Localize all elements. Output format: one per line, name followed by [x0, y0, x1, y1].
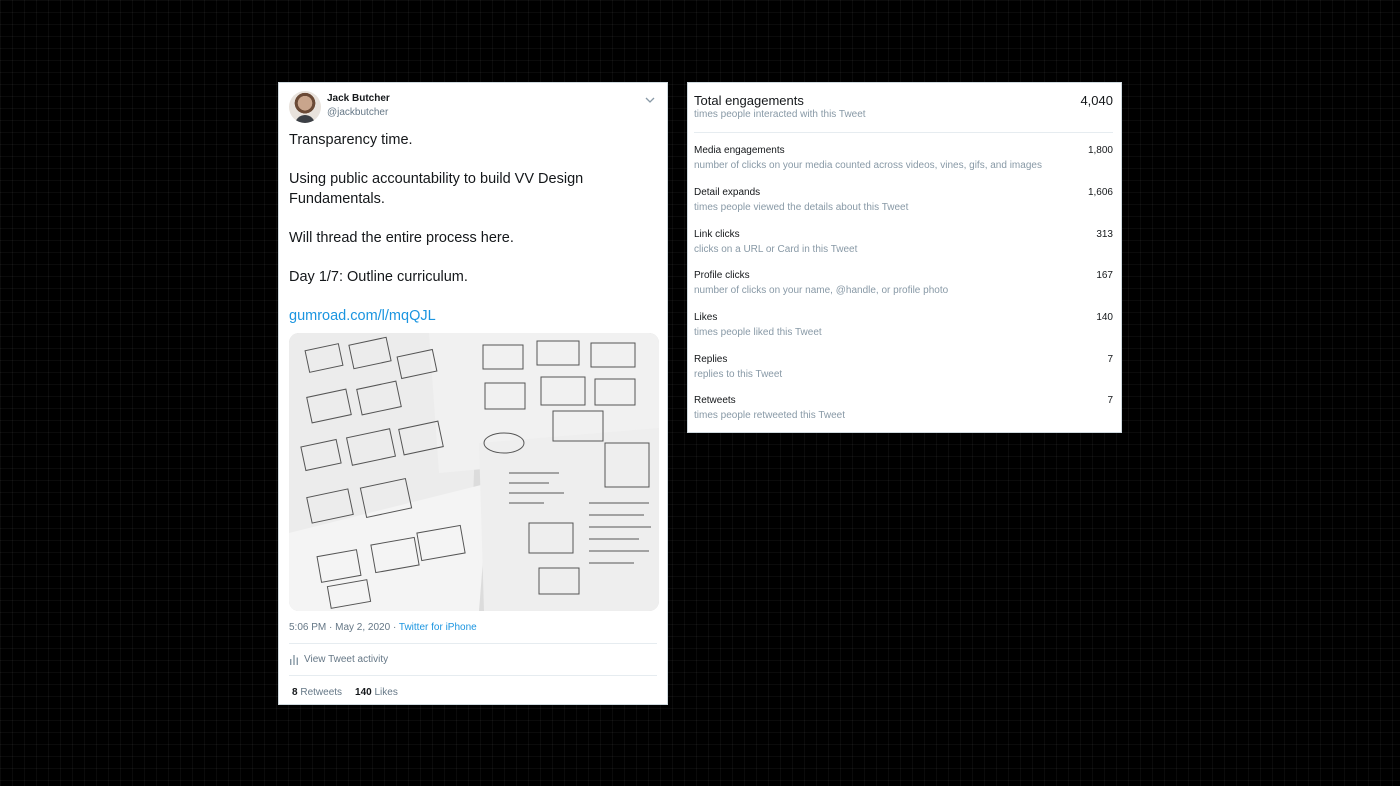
tweet-line: Using public accountability to build VV …	[289, 171, 584, 207]
metric-value: 1,800	[1087, 145, 1113, 156]
metric-link-clicks: Link clicks clicks on a URL or Card in t…	[694, 229, 1113, 265]
metric-description: times people retweeted this Tweet	[694, 410, 846, 421]
tweet-text: Transparency time. Using public accounta…	[289, 131, 659, 346]
author-name[interactable]: Jack Butcher	[327, 93, 390, 104]
metric-value: 7	[1107, 395, 1113, 406]
metric-description: clicks on a URL or Card in this Tweet	[694, 244, 858, 255]
metric-media-engagements: Media engagements number of clicks on yo…	[694, 145, 1113, 181]
tweet-timestamp[interactable]: 5:06 PM · May 2, 2020	[289, 622, 390, 633]
metric-label: Link clicks	[694, 229, 740, 240]
metric-description: replies to this Tweet	[694, 369, 783, 380]
tweet-source-link[interactable]: Twitter for iPhone	[399, 622, 477, 633]
tweet-image-sketches[interactable]	[289, 333, 659, 611]
meta-separator: ·	[390, 622, 399, 633]
tweet-analytics-panel: Total engagements times people interacte…	[687, 82, 1122, 433]
metric-label: Media engagements	[694, 145, 785, 156]
metric-description: number of clicks on your name, @handle, …	[694, 285, 949, 296]
metric-likes: Likes times people liked this Tweet 140	[694, 312, 1113, 348]
retweets-stat[interactable]: 8 Retweets	[292, 687, 342, 698]
metric-value: 1,606	[1087, 187, 1113, 198]
tweet-meta: 5:06 PM · May 2, 2020 · Twitter for iPho…	[289, 622, 477, 633]
metric-label: Replies	[694, 354, 728, 365]
total-engagements-label: Total engagements	[694, 93, 804, 108]
metric-value: 167	[1096, 270, 1113, 281]
metric-label: Profile clicks	[694, 270, 750, 281]
metric-detail-expands: Detail expands times people viewed the d…	[694, 187, 1113, 223]
metric-replies: Replies replies to this Tweet 7	[694, 354, 1113, 390]
view-activity-label: View Tweet activity	[304, 654, 389, 665]
tweet-header: Jack Butcher @jackbutcher	[289, 91, 657, 125]
tweet-line: Transparency time.	[289, 132, 413, 148]
tweet-card: Jack Butcher @jackbutcher Transparency t…	[278, 82, 668, 705]
avatar[interactable]	[289, 91, 321, 123]
metric-description: times people viewed the details about th…	[694, 202, 909, 213]
total-engagements-description: times people interacted with this Tweet	[694, 109, 866, 120]
tweet-line: Day 1/7: Outline curriculum.	[289, 268, 468, 285]
total-engagements: Total engagements times people interacte…	[694, 93, 1113, 120]
tweet-stats: 8 Retweets 140 Likes	[292, 687, 398, 698]
author-handle[interactable]: @jackbutcher	[327, 107, 388, 118]
divider	[694, 132, 1113, 133]
metric-label: Detail expands	[694, 187, 761, 198]
metric-description: times people liked this Tweet	[694, 327, 822, 338]
metric-value: 140	[1096, 312, 1113, 323]
bar-chart-icon	[290, 655, 298, 665]
metric-label: Likes	[694, 312, 718, 323]
metric-value: 313	[1096, 229, 1113, 240]
view-activity-button[interactable]: View Tweet activity	[289, 654, 388, 665]
metric-profile-clicks: Profile clicks number of clicks on your …	[694, 270, 1113, 306]
metric-retweets: Retweets times people retweeted this Twe…	[694, 395, 1113, 431]
divider	[289, 643, 657, 644]
divider	[289, 675, 657, 676]
likes-stat[interactable]: 140 Likes	[355, 687, 398, 698]
metric-description: number of clicks on your media counted a…	[694, 160, 1042, 171]
tweet-link[interactable]: gumroad.com/l/mqQJL	[289, 308, 436, 324]
metric-value: 7	[1107, 354, 1113, 365]
chevron-down-icon[interactable]	[643, 93, 657, 107]
tweet-line: Will thread the entire process here.	[289, 229, 514, 246]
total-engagements-value: 4,040	[1080, 93, 1113, 108]
metric-label: Retweets	[694, 395, 736, 406]
